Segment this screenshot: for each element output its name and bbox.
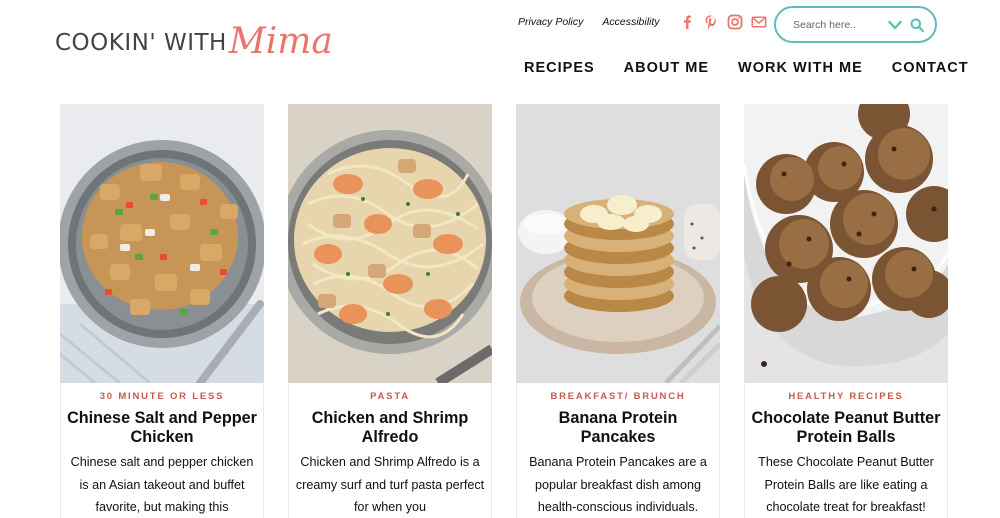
- utility-links: Privacy Policy Accessibility: [518, 14, 767, 30]
- pinterest-icon[interactable]: [703, 14, 719, 30]
- accessibility-link[interactable]: Accessibility: [602, 16, 659, 28]
- chevron-down-icon[interactable]: [887, 17, 903, 33]
- recipe-card[interactable]: PASTA Chicken and Shrimp Alfredo Chicken…: [288, 104, 492, 518]
- nav-about-me[interactable]: ABOUT ME: [624, 60, 709, 76]
- social-links: [679, 14, 767, 30]
- email-icon[interactable]: [751, 14, 767, 30]
- search-icon[interactable]: [909, 17, 925, 33]
- recipe-card[interactable]: BREAKFAST/ BRUNCH Banana Protein Pancake…: [516, 104, 720, 518]
- protein-balls-image[interactable]: [744, 104, 948, 383]
- facebook-icon[interactable]: [679, 14, 695, 30]
- site-logo[interactable]: COOKIN' WITH Mima: [55, 16, 333, 70]
- card-border: [60, 383, 264, 518]
- card-border: [288, 383, 492, 518]
- nav-work-with-me[interactable]: WORK WITH ME: [738, 60, 863, 76]
- privacy-policy-link[interactable]: Privacy Policy: [518, 16, 583, 28]
- recipe-card[interactable]: 30 MINUTE OR LESS Chinese Salt and Peppe…: [60, 104, 264, 518]
- card-border: [516, 383, 720, 518]
- nav-contact[interactable]: CONTACT: [892, 60, 969, 76]
- salt-pepper-chicken-image[interactable]: [60, 104, 264, 383]
- search-box: [774, 6, 937, 43]
- nav-recipes[interactable]: RECIPES: [524, 60, 595, 76]
- instagram-icon[interactable]: [727, 14, 743, 30]
- logo-script: Mima: [228, 20, 333, 62]
- banana-pancakes-image[interactable]: [516, 104, 720, 383]
- main-nav: RECIPES ABOUT ME WORK WITH ME CONTACT: [524, 59, 969, 77]
- card-border: [744, 383, 948, 518]
- shrimp-alfredo-image[interactable]: [288, 104, 492, 383]
- recipe-card[interactable]: HEALTHY RECIPES Chocolate Peanut Butter …: [744, 104, 948, 518]
- logo-text: COOKIN' WITH: [55, 30, 227, 56]
- search-input[interactable]: [793, 18, 883, 31]
- recipe-card-grid: 30 MINUTE OR LESS Chinese Salt and Peppe…: [60, 104, 948, 518]
